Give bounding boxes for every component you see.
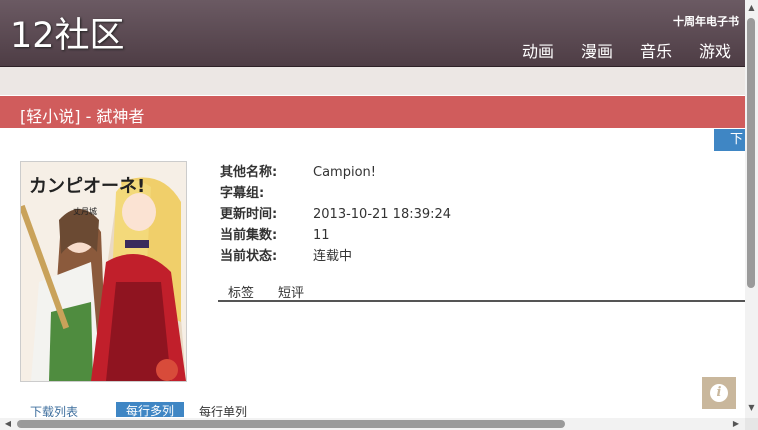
site-logo[interactable]: 12社区 xyxy=(10,14,125,58)
detail-label: 更新时间: xyxy=(220,207,278,222)
detail-value: Campion! xyxy=(313,165,376,180)
detail-label: 其他名称: xyxy=(220,165,278,180)
vertical-scroll-thumb[interactable] xyxy=(747,18,755,288)
scroll-down-arrow-icon[interactable]: ▼ xyxy=(747,403,756,413)
nav-item-games[interactable]: 游戏 xyxy=(699,38,731,62)
sub-bar xyxy=(0,67,745,95)
nav-item-music[interactable]: 音乐 xyxy=(640,38,672,62)
detail-row-update-time: 更新时间: 2013-10-21 18:39:24 xyxy=(220,205,451,226)
main-nav: 动画 漫画 音乐 游戏 xyxy=(522,38,731,62)
cover-author-text: 丈月城 xyxy=(73,206,97,216)
scroll-left-arrow-icon[interactable]: ◀ xyxy=(3,419,13,429)
detail-label: 字幕组: xyxy=(220,186,265,201)
scroll-right-arrow-icon[interactable]: ▶ xyxy=(731,419,741,429)
detail-row-other-name: 其他名称: Campion! xyxy=(220,163,451,184)
page-title: [轻小说] - 弑神者 xyxy=(20,107,145,126)
multi-column-toggle[interactable]: 每行多列 xyxy=(116,402,185,417)
tab-tags[interactable]: 标签 xyxy=(228,282,254,301)
detail-value: 连载中 xyxy=(313,249,353,264)
detail-label: 当前状态: xyxy=(220,249,278,264)
detail-tabs: 标签 短评 xyxy=(218,281,745,302)
cover-illustration: カンピオーネ! 丈月城 xyxy=(21,162,186,381)
detail-label: 当前集数: xyxy=(220,228,278,243)
tab-short-reviews[interactable]: 短评 xyxy=(278,282,304,301)
list-view-options: 下载列表 每行多列 每行单列 xyxy=(0,401,745,417)
info-icon: i xyxy=(710,384,728,402)
detail-row-status: 当前状态: 连载中 xyxy=(220,247,451,268)
single-column-toggle[interactable]: 每行单列 xyxy=(199,403,247,417)
nav-item-anime[interactable]: 动画 xyxy=(522,38,554,62)
cover-title-text: カンピオーネ! xyxy=(29,176,145,197)
horizontal-scroll-thumb[interactable] xyxy=(17,420,565,428)
header-slogan[interactable]: 十周年电子书 xyxy=(673,13,739,29)
title-bar: [轻小说] - 弑神者 xyxy=(0,96,745,128)
site-header: 12社区 十周年电子书 动画 漫画 音乐 游戏 xyxy=(0,0,745,67)
scroll-up-arrow-icon[interactable]: ▲ xyxy=(747,3,756,13)
detail-row-episode-count: 当前集数: 11 xyxy=(220,226,451,247)
detail-value: 11 xyxy=(313,228,330,243)
scrollbar-corner xyxy=(745,418,758,430)
detail-value: 2013-10-21 18:39:24 xyxy=(313,207,452,222)
detail-row-subtitle-group: 字幕组: xyxy=(220,184,451,205)
details-panel: 其他名称: Campion! 字幕组: 更新时间: 2013-10-21 18:… xyxy=(220,163,451,268)
download-button[interactable]: 下 xyxy=(714,129,745,151)
vertical-scrollbar[interactable]: ▲ ▼ xyxy=(745,0,758,418)
info-button[interactable]: i xyxy=(702,377,736,409)
download-list-link[interactable]: 下载列表 xyxy=(30,403,78,417)
nav-item-manga[interactable]: 漫画 xyxy=(581,38,613,62)
book-cover[interactable]: カンピオーネ! 丈月城 xyxy=(20,161,187,382)
horizontal-scrollbar[interactable]: ◀ ▶ xyxy=(0,418,745,430)
